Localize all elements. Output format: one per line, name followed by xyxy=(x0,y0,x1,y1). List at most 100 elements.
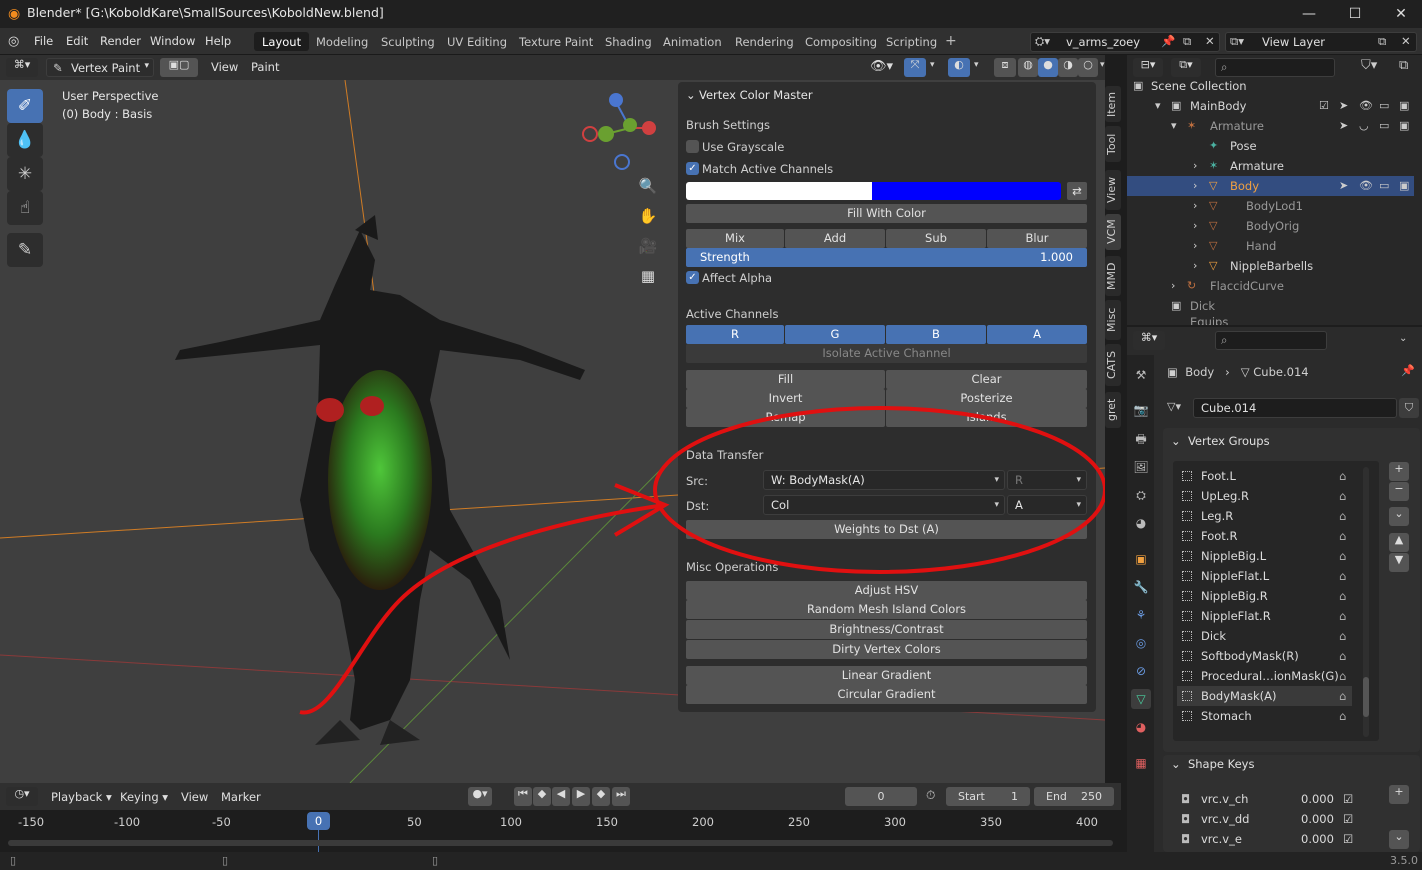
move-down-icon[interactable]: ▼ xyxy=(1389,553,1409,572)
scene-icon[interactable]: ⛭ xyxy=(1131,485,1151,505)
menu-window[interactable]: Window xyxy=(150,34,195,48)
outliner-row-pose[interactable]: ✦ Pose xyxy=(1127,136,1414,156)
shape-key-row[interactable]: ◘ vrc.v_e 0.000 ☑ xyxy=(1177,829,1355,849)
monitor-icon[interactable]: ▭ xyxy=(1379,96,1389,116)
blend-sub-button[interactable]: Sub xyxy=(886,229,986,248)
vertex-group-row[interactable]: NippleBig.L ⌂ xyxy=(1177,546,1352,566)
channel-a-button[interactable]: A xyxy=(987,325,1087,344)
tab-vcm[interactable]: VCM xyxy=(1105,214,1121,250)
shading-wireframe-icon[interactable]: ◍ xyxy=(1018,58,1038,77)
strength-slider[interactable]: Strength 1.000 xyxy=(686,248,1087,267)
jump-end-icon[interactable]: ⏭ xyxy=(612,787,630,806)
eye-icon[interactable]: 👁 xyxy=(1359,176,1373,196)
tab-modeling[interactable]: Modeling xyxy=(308,32,376,51)
display-mode-icon[interactable]: ⧉▾ xyxy=(1171,58,1201,77)
render-icon[interactable]: 📷 xyxy=(1131,400,1151,420)
physics-icon[interactable]: ◎ xyxy=(1131,633,1151,653)
close-button[interactable]: ✕ xyxy=(1388,3,1414,25)
lock-icon[interactable]: ⌂ xyxy=(1339,586,1346,606)
vertex-groups-header[interactable]: ⌄ Vertex Groups xyxy=(1171,434,1270,448)
dst-dropdown[interactable]: Col ▾ xyxy=(763,495,1005,515)
new-scene-icon[interactable]: ⧉ xyxy=(1183,34,1191,49)
lock-icon[interactable]: ⌂ xyxy=(1339,466,1346,486)
camera-icon[interactable]: ▣ xyxy=(1399,176,1409,196)
remove-vertex-group-button[interactable]: − xyxy=(1389,482,1409,501)
menu-playback[interactable]: Playback ▾ xyxy=(51,790,112,804)
menu-paint[interactable]: Paint xyxy=(251,60,279,74)
vertex-group-row[interactable]: Dick ⌂ xyxy=(1177,626,1352,646)
annotate-tool-icon[interactable]: ✎ xyxy=(7,233,43,267)
lock-icon[interactable]: ⌂ xyxy=(1339,646,1346,666)
use-grayscale-checkbox[interactable] xyxy=(686,140,699,153)
tab-sculpting[interactable]: Sculpting xyxy=(373,32,443,51)
menu-view[interactable]: View xyxy=(211,60,238,74)
average-tool-icon[interactable]: ✳ xyxy=(7,157,43,191)
current-frame-field[interactable]: 0 xyxy=(845,787,917,806)
outliner-row-flaccidcurve[interactable]: › ↻ FlaccidCurve xyxy=(1127,276,1414,296)
swap-colors-icon[interactable]: ⇄ xyxy=(1067,182,1087,200)
vertex-group-row[interactable]: Procedural…ionMask(G) ⌂ xyxy=(1177,666,1352,686)
draw-tool-icon[interactable]: ✐ xyxy=(7,89,43,123)
maximize-button[interactable]: ☐ xyxy=(1342,3,1368,25)
texture-icon[interactable]: ▦ xyxy=(1131,753,1151,773)
tab-scripting[interactable]: Scripting xyxy=(878,32,945,51)
mode-selector[interactable]: ✎ Vertex Paint ▾ xyxy=(46,58,154,77)
vertex-group-row[interactable]: NippleFlat.R ⌂ xyxy=(1177,606,1352,626)
timeline-scrollbar[interactable] xyxy=(8,840,1113,846)
stopwatch-icon[interactable]: ⏱ xyxy=(926,788,935,803)
outliner-row-armature-data[interactable]: › ✶ Armature xyxy=(1127,156,1414,176)
outliner-row-body[interactable]: › ▽ Body ➤ 👁 ▭ ▣ xyxy=(1127,176,1414,196)
brush-color-secondary[interactable] xyxy=(872,182,1061,200)
posterize-button[interactable]: Posterize xyxy=(886,389,1087,408)
vertex-group-row[interactable]: NippleBig.R ⌂ xyxy=(1177,586,1352,606)
dirty-vertex-colors-button[interactable]: Dirty Vertex Colors xyxy=(686,640,1087,659)
fake-user-shield-icon[interactable]: ⛉ xyxy=(1399,398,1419,418)
shape-key-row[interactable]: ◘ vrc.v_ch 0.000 ☑ xyxy=(1177,789,1355,809)
blur-tool-icon[interactable]: 💧 xyxy=(7,123,43,157)
play-reverse-icon[interactable]: ◀ xyxy=(552,787,570,806)
smear-tool-icon[interactable]: ☝ xyxy=(7,191,43,225)
tab-gret[interactable]: gret xyxy=(1105,392,1121,428)
select-icon[interactable]: ➤ xyxy=(1339,176,1348,196)
blend-blur-button[interactable]: Blur xyxy=(987,229,1087,248)
add-shape-key-button[interactable]: + xyxy=(1389,785,1409,804)
shape-key-value[interactable]: 0.000 xyxy=(1301,829,1334,849)
outliner-scene-collection[interactable]: ▣ Scene Collection xyxy=(1127,76,1414,96)
ortho-grid-icon[interactable]: ▦ xyxy=(634,262,662,290)
next-keyframe-icon[interactable]: ◆ xyxy=(592,787,610,806)
lock-icon[interactable]: ⌂ xyxy=(1339,546,1346,566)
new-view-layer-icon[interactable]: ⧉ xyxy=(1378,34,1386,49)
tab-cats[interactable]: CATS xyxy=(1105,344,1121,386)
filter-icon[interactable]: ⛉▾ xyxy=(1361,58,1377,73)
adjust-hsv-button[interactable]: Adjust HSV xyxy=(686,581,1087,600)
output-icon[interactable]: 🖶 xyxy=(1131,429,1151,449)
visibility-icon[interactable]: 👁▾ xyxy=(870,59,893,74)
blend-add-button[interactable]: Add xyxy=(785,229,885,248)
monitor-icon[interactable]: ▭ xyxy=(1379,116,1389,136)
outliner-row-equips[interactable]: Equips xyxy=(1127,316,1414,325)
object-icon[interactable]: ▣ xyxy=(1131,549,1151,569)
vertex-group-row[interactable]: Foot.L ⌂ xyxy=(1177,466,1352,486)
lock-icon[interactable]: ⌂ xyxy=(1339,526,1346,546)
shape-keys-header[interactable]: ⌄ Shape Keys xyxy=(1171,757,1254,771)
properties-editor-icon[interactable]: ⌘▾ xyxy=(1133,331,1165,350)
remove-view-layer-icon[interactable]: ✕ xyxy=(1401,34,1411,48)
timeline-editor-icon[interactable]: ◷▾ xyxy=(6,787,38,806)
end-frame-field[interactable]: End 250 xyxy=(1034,787,1114,806)
mask-toggle-icon[interactable]: ▣▢ xyxy=(160,58,198,77)
camera-icon[interactable]: ▣ xyxy=(1399,96,1409,116)
vertex-group-row[interactable]: UpLeg.R ⌂ xyxy=(1177,486,1352,506)
modifiers-wrench-icon[interactable]: 🔧 xyxy=(1131,577,1151,597)
blender-menu-icon[interactable]: ◎ xyxy=(8,34,19,49)
menu-marker[interactable]: Marker xyxy=(221,790,261,804)
lock-icon[interactable]: ⌂ xyxy=(1339,506,1346,526)
outliner-row-bodylod1[interactable]: › ▽ BodyLod1 xyxy=(1127,196,1414,216)
panel-collapse-icon[interactable]: ⌄ xyxy=(686,88,696,102)
islands-button[interactable]: Islands xyxy=(886,408,1087,427)
tab-texture-paint[interactable]: Texture Paint xyxy=(511,32,601,51)
shape-key-checkbox[interactable]: ☑ xyxy=(1343,809,1353,829)
view-layer-selector[interactable]: ⧉▾ View Layer ⧉ ✕ xyxy=(1225,32,1417,52)
tab-misc[interactable]: Misc xyxy=(1105,300,1121,340)
vertex-group-row[interactable]: NippleFlat.L ⌂ xyxy=(1177,566,1352,586)
tab-tool[interactable]: Tool xyxy=(1105,126,1121,162)
